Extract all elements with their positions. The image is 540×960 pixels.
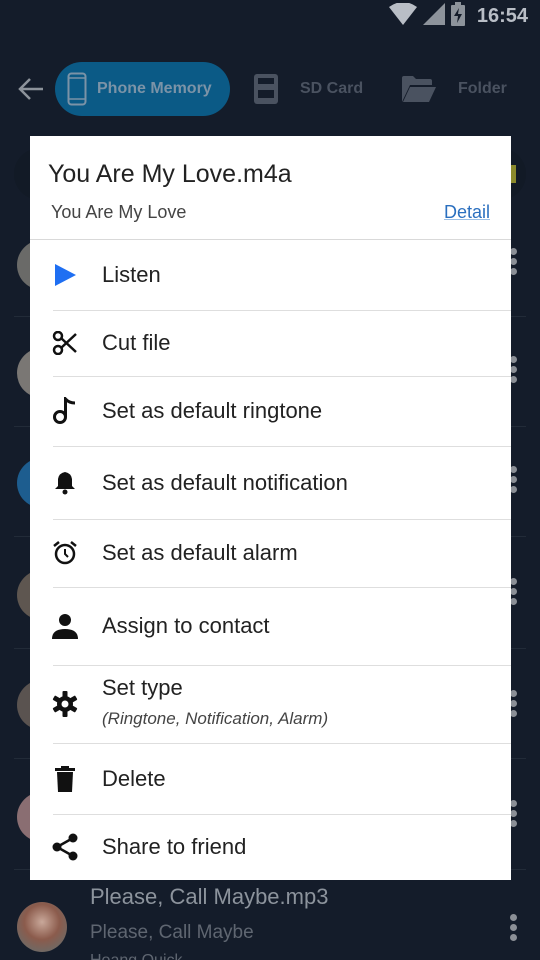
alarm-clock-icon bbox=[52, 540, 78, 566]
dialog-subtitle: You Are My Love bbox=[51, 202, 187, 222]
more-options-icon[interactable] bbox=[510, 466, 518, 496]
file-options-dialog: You Are My Love.m4a You Are My Love Deta… bbox=[30, 136, 511, 880]
wifi-icon bbox=[388, 1, 417, 30]
menu-item-set-ringtone[interactable]: Set as default ringtone bbox=[30, 376, 511, 446]
detail-link[interactable]: Detail bbox=[444, 202, 490, 223]
more-options-icon[interactable] bbox=[510, 248, 518, 278]
scissors-icon bbox=[52, 330, 78, 356]
menu-label: Delete bbox=[102, 765, 166, 791]
more-options-icon[interactable] bbox=[510, 690, 518, 720]
menu-item-share[interactable]: Share to friend bbox=[30, 814, 511, 880]
share-icon bbox=[52, 833, 78, 861]
more-options-icon[interactable] bbox=[510, 800, 518, 830]
menu-label: Set type bbox=[102, 675, 183, 700]
menu-label: Set as default ringtone bbox=[102, 398, 323, 423]
battery-charging-icon bbox=[450, 1, 465, 31]
menu-label: Assign to contact bbox=[102, 613, 270, 638]
tab-label: Phone Memory bbox=[97, 80, 212, 97]
file-name: Please, Call Maybe.mp3 bbox=[90, 884, 329, 909]
menu-item-assign-contact[interactable]: Assign to contact bbox=[30, 587, 511, 665]
song-title: Please, Call Maybe bbox=[90, 922, 254, 943]
status-bar: 16:54 bbox=[0, 0, 540, 32]
artist-name: Hoang Quick bbox=[90, 952, 183, 960]
back-button[interactable] bbox=[16, 74, 46, 104]
sd-card-icon bbox=[254, 74, 278, 104]
menu-item-cut-file[interactable]: Cut file bbox=[30, 310, 511, 376]
list-item[interactable]: Please, Call Maybe.mp3 Please, Call Mayb… bbox=[0, 880, 540, 960]
play-icon bbox=[52, 262, 78, 288]
more-options-icon[interactable] bbox=[510, 356, 518, 386]
smartphone-icon bbox=[67, 72, 87, 106]
search-accent bbox=[511, 165, 516, 183]
avatar bbox=[17, 902, 67, 952]
menu-label: Set as default notification bbox=[102, 469, 348, 495]
tab-label: SD Card bbox=[300, 80, 364, 97]
app-bar: Phone Memory SD Card Folder bbox=[0, 60, 540, 118]
tab-sd-card[interactable]: SD Card bbox=[254, 62, 363, 116]
menu-label: Set as default alarm bbox=[102, 540, 298, 565]
menu-sublabel: (Ringtone, Notification, Alarm) bbox=[102, 709, 329, 728]
more-options-icon[interactable] bbox=[510, 914, 518, 944]
menu-label: Cut file bbox=[102, 330, 171, 355]
dialog-menu: Listen Cut file Set as default ringtone … bbox=[30, 240, 511, 880]
tab-phone-memory[interactable]: Phone Memory bbox=[55, 62, 230, 116]
menu-item-set-alarm[interactable]: Set as default alarm bbox=[30, 519, 511, 587]
menu-label: Listen bbox=[102, 262, 161, 287]
bell-icon bbox=[52, 470, 78, 496]
more-options-icon[interactable] bbox=[510, 578, 518, 608]
gear-icon bbox=[52, 691, 78, 717]
menu-item-set-notification[interactable]: Set as default notification bbox=[30, 446, 511, 519]
dialog-title: You Are My Love.m4a bbox=[48, 160, 292, 188]
menu-label: Share to friend bbox=[102, 834, 247, 859]
cellular-signal-icon bbox=[422, 2, 445, 30]
status-time: 16:54 bbox=[476, 4, 528, 27]
arrow-left-icon bbox=[18, 78, 43, 100]
trash-icon bbox=[52, 765, 78, 792]
dialog-header: You Are My Love.m4a You Are My Love Deta… bbox=[30, 136, 511, 240]
menu-item-set-type[interactable]: Set type (Ringtone, Notification, Alarm) bbox=[30, 665, 511, 743]
tab-label: Folder bbox=[458, 80, 507, 97]
menu-item-delete[interactable]: Delete bbox=[30, 743, 511, 814]
music-note-icon bbox=[52, 397, 78, 424]
folder-open-icon bbox=[402, 76, 436, 102]
tab-folder[interactable]: Folder bbox=[402, 62, 507, 116]
person-icon bbox=[52, 613, 78, 639]
menu-item-listen[interactable]: Listen bbox=[30, 240, 511, 310]
